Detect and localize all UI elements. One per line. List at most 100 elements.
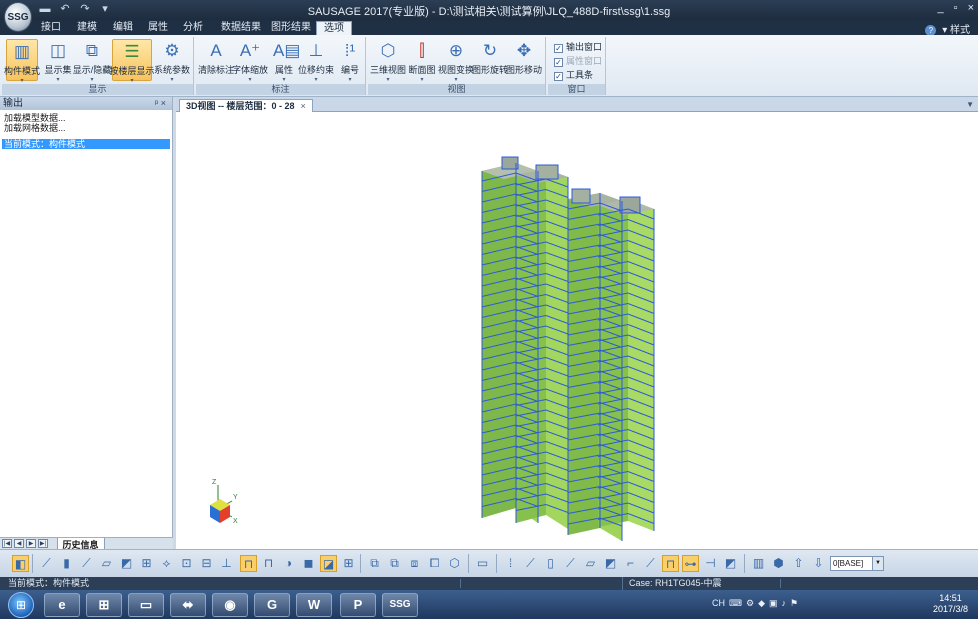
damper-display-icon[interactable]: ⊶ [682,555,699,572]
node-tool-icon[interactable]: ⊡ [178,555,195,572]
solid-view-icon[interactable]: ◼ [300,555,317,572]
show-hide-button[interactable]: ⧉ 显示/隐藏 ▾ [73,39,112,83]
minimize-button[interactable]: _ [938,2,944,14]
keyboard-icon[interactable]: ⌨ [729,598,742,609]
brace-display-icon[interactable]: ⟋ [522,555,539,572]
floor-down-icon[interactable]: ⇩ [810,555,827,572]
tab-edit[interactable]: 编辑 [106,21,140,35]
ribbon-group-annotation: A 清除标注 A⁺ 字体缩放 ▾ A▤ 属性 ▾ ⊥ 位移约束 ▾ ⁞¹ 编号 … [196,37,366,95]
taskbar-clock[interactable]: 14:51 2017/3/8 [933,593,968,615]
last-page-icon[interactable]: ▶| [38,539,48,548]
tab-list-icon[interactable]: ▼ [966,100,974,109]
title-bar: SSG ▬ ↶ ↷ ▾ SAUSAGE 2017(专业版) - D:\测试相关\… [0,0,978,32]
support-tool-icon[interactable]: ⊥ [218,555,235,572]
close-button[interactable]: × [968,2,974,14]
network-tray-icon[interactable]: ▣ [769,598,778,609]
axis-y-label: Y [233,494,238,501]
gm-icon[interactable]: G [254,593,290,617]
word-icon[interactable]: W [296,593,332,617]
floor-stack-icon[interactable]: ▥ [750,555,767,572]
diagonal-display-icon[interactable]: ⟋ [642,555,659,572]
first-page-icon[interactable]: |◀ [2,539,12,548]
select-mode-icon[interactable]: ◧ [12,555,29,572]
array-icon[interactable]: ⧠ [426,555,443,572]
window-title: SAUSAGE 2017(专业版) - D:\测试相关\测试算例\JLQ_488… [307,6,671,18]
tab-options[interactable]: 选项 [316,21,352,35]
volume-icon[interactable]: ♪ [782,598,787,609]
beam-tool-icon[interactable]: ⟋ [38,555,55,572]
tab-data-results[interactable]: 数据结果 [214,21,268,35]
mirror-icon[interactable]: ⧈ [406,555,423,572]
output-line-current-mode[interactable]: 当前模式：构件模式 [2,139,170,149]
selection-display-icon[interactable]: ◩ [722,555,739,572]
tab-interface[interactable]: 接口 [34,21,68,35]
close-tab-icon[interactable]: × [301,101,306,111]
column-display-icon[interactable]: ▯ [542,555,559,572]
chevron-down-icon[interactable]: ▼ [872,557,883,570]
flag-icon[interactable]: ⚑ [790,598,798,609]
beam-display-icon[interactable]: ⟋ [562,555,579,572]
surface-view-icon[interactable]: ◪ [320,555,337,572]
numbering-button[interactable]: ⁞¹ 编号 ▾ [334,39,366,83]
grid-dots-icon[interactable]: ⁞ [502,555,519,572]
slab-tool-icon[interactable]: ◩ [118,555,135,572]
floor-stack-icon: ☰ [124,42,140,61]
tab-analysis[interactable]: 分析 [176,21,210,35]
output-panel-title: 输出 [3,98,23,109]
copy-icon[interactable]: ⧉ [366,555,383,572]
prev-page-icon[interactable]: ◀ [14,539,24,548]
network-icon[interactable]: ⊞ [86,593,122,617]
ie-icon[interactable]: e [44,593,80,617]
frame-outline-icon[interactable]: ⊓ [260,555,277,572]
column-tool-icon[interactable]: ▮ [58,555,75,572]
brace-tool-icon[interactable]: ⟋ [78,555,95,572]
floor-select[interactable]: 0[BASE] ▼ [830,556,884,571]
link-display-icon[interactable]: ⊣ [702,555,719,572]
output-window-checkbox[interactable]: ✓ 输出窗口 [554,40,602,53]
settings-icon[interactable]: ⚙ [746,598,754,609]
3d-viewport[interactable]: Z Y X [176,113,978,549]
chrome-icon[interactable]: ◉ [212,593,248,617]
frame-view-icon[interactable]: ⊓ [240,555,257,572]
toolbar-checkbox[interactable]: ✓ 工具条 [554,68,593,81]
properties-window-checkbox: ✓ 属性窗口 [554,56,603,67]
ssg-icon[interactable]: SSG [382,593,418,617]
system-params-button[interactable]: ⚙ 系统参数 ▾ [154,39,190,83]
grid-tool-icon[interactable]: ⊞ [138,555,155,572]
numbering-icon: ⁞¹ [344,41,356,60]
tab-3d-view[interactable]: 3D视图 -- 楼层范围：0 - 28 × [179,99,313,112]
tab-modeling[interactable]: 建模 [70,21,104,35]
folder-icon[interactable]: ▭ [128,593,164,617]
measure-icon[interactable]: ▭ [474,555,491,572]
floor-up-icon[interactable]: ⇧ [790,555,807,572]
beam-column-display-icon[interactable]: ⌐ [622,555,639,572]
pan-view-button[interactable]: ✥ 图形移动 [506,39,542,81]
tab-graphic-results[interactable]: 图形结果 [264,21,318,35]
frame-display-icon[interactable]: ⊓ [662,555,679,572]
powerpoint-icon[interactable]: P [340,593,376,617]
component-mode-button[interactable]: ▥ 构件模式 ▾ [4,39,40,84]
device-icon[interactable]: ⬌ [170,593,206,617]
maximize-button[interactable]: ▫ [954,2,958,14]
app-logo[interactable]: SSG [4,2,32,32]
section-icon: ⫿ [419,41,425,60]
move-icon[interactable]: ⧉ [386,555,403,572]
panel-pin-close[interactable]: ᵖ × [155,97,166,110]
contrast-icon[interactable]: ◑ [280,555,297,572]
wall-display-icon[interactable]: ◩ [602,555,619,572]
tab-properties[interactable]: 属性 [141,21,175,35]
next-page-icon[interactable]: ▶ [26,539,36,548]
link-tool-icon[interactable]: ⟡ [158,555,175,572]
security-icon[interactable]: ◆ [758,598,765,609]
zoom-icon: ⊕ [448,41,464,60]
mesh-view-icon[interactable]: ⊞ [340,555,357,572]
start-button[interactable]: ⊞ [8,592,34,618]
slab-display-icon[interactable]: ▱ [582,555,599,572]
ribbon-group-label-annotation: 标注 [196,84,365,95]
box-view-icon[interactable]: ⬡ [446,555,463,572]
wall-tool-icon[interactable]: ▱ [98,555,115,572]
3d-box-icon[interactable]: ⬢ [770,555,787,572]
truss-tool-icon[interactable]: ⊟ [198,555,215,572]
floor-display-button[interactable]: ☰ 按楼层显示 ▾ [109,39,155,84]
language-indicator[interactable]: CH [712,598,725,609]
